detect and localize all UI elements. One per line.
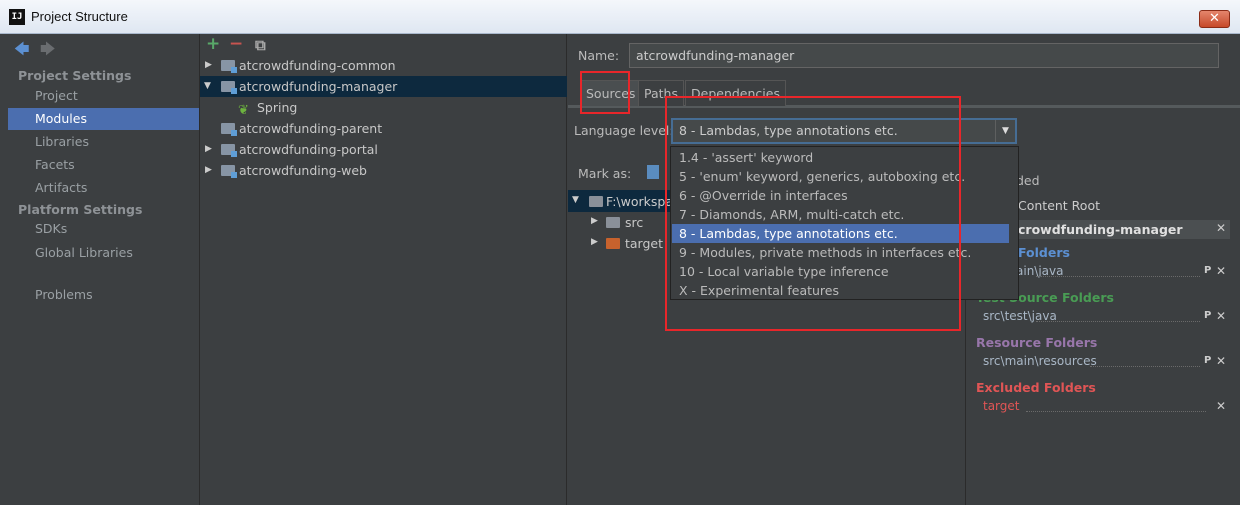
excluded-folder-path: target <box>983 399 1020 413</box>
expand-arrow-icon[interactable]: ▶ <box>205 160 212 181</box>
excluded-folders-title: Excluded Folders <box>976 380 1096 395</box>
annotation-box-language-level <box>665 96 961 331</box>
tree-item-label: atcrowdfunding-portal <box>239 142 378 157</box>
content-root-name: crowdfunding-manager <box>1018 222 1183 237</box>
expand-arrow-icon[interactable]: ▶ <box>591 216 598 226</box>
spring-leaf-icon: ❦ <box>238 103 249 118</box>
properties-icon[interactable]: P <box>1204 310 1211 321</box>
title-bar: IJ Project Structure ✕ <box>0 0 1240 34</box>
sidebar-item-problems[interactable]: Problems <box>8 284 199 306</box>
add-icon[interactable]: + <box>206 34 220 54</box>
window-close-button[interactable]: ✕ <box>1199 10 1230 28</box>
tree-item-label: atcrowdfunding-web <box>239 163 367 178</box>
back-arrow-icon[interactable]: 🡄 <box>14 39 30 64</box>
module-icon <box>221 123 237 136</box>
tree-item-portal[interactable]: ▶ atcrowdfunding-portal <box>200 139 567 160</box>
module-icon <box>221 165 237 178</box>
folder-icon <box>606 217 620 228</box>
collapse-arrow-icon[interactable]: ▼ <box>204 76 211 97</box>
tree-item-manager[interactable]: ▼ atcrowdfunding-manager <box>200 76 567 97</box>
mark-as-label: Mark as: <box>578 166 632 181</box>
expand-arrow-icon[interactable]: ▶ <box>205 139 212 160</box>
module-icon <box>221 60 237 73</box>
dotted-leader <box>1026 411 1206 412</box>
resource-folder-path: src\main\resources <box>983 354 1097 368</box>
expand-arrow-icon[interactable]: ▶ <box>205 55 212 76</box>
module-tree: + − ⧉ ▶ atcrowdfunding-common ▼ atcrowdf… <box>200 34 567 505</box>
tree-item-label: atcrowdfunding-common <box>239 58 396 73</box>
collapse-arrow-icon[interactable]: ▼ <box>572 195 579 205</box>
tree-item-label: atcrowdfunding-parent <box>239 121 383 136</box>
remove-folder-icon[interactable]: ✕ <box>1216 399 1226 413</box>
remove-icon[interactable]: − <box>229 34 243 54</box>
excluded-toggle-label[interactable]: ded <box>1016 173 1040 188</box>
sidebar-item-artifacts[interactable]: Artifacts <box>8 177 199 199</box>
module-name-input[interactable]: atcrowdfunding-manager <box>629 43 1219 68</box>
properties-icon[interactable]: P <box>1204 355 1211 366</box>
sidebar-item-sdks[interactable]: SDKs <box>8 218 199 240</box>
tree-item-common[interactable]: ▶ atcrowdfunding-common <box>200 55 567 76</box>
sources-folder-icon[interactable] <box>647 165 659 179</box>
remove-folder-icon[interactable]: ✕ <box>1216 264 1226 278</box>
dotted-leader <box>1090 366 1200 367</box>
content-root-path: F:\workspa <box>606 194 673 209</box>
project-settings-header: Project Settings <box>18 68 132 83</box>
sidebar-item-libraries[interactable]: Libraries <box>8 131 199 153</box>
chevron-down-icon[interactable]: ▼ <box>995 120 1015 142</box>
dotted-leader <box>1036 276 1200 277</box>
forward-arrow-icon[interactable]: 🡆 <box>40 39 56 64</box>
module-icon <box>221 81 237 94</box>
properties-icon[interactable]: P <box>1204 265 1211 276</box>
window-title: Project Structure <box>31 9 128 24</box>
tree-item-parent[interactable]: atcrowdfunding-parent <box>200 118 567 139</box>
intellij-app-icon: IJ <box>9 9 25 25</box>
name-label: Name: <box>578 48 620 63</box>
annotation-box-sources-tab <box>580 71 630 114</box>
remove-root-icon[interactable]: ✕ <box>1216 221 1226 235</box>
expand-arrow-icon[interactable]: ▶ <box>591 237 598 247</box>
copy-icon[interactable]: ⧉ <box>255 36 266 54</box>
remove-folder-icon[interactable]: ✕ <box>1216 309 1226 323</box>
settings-sidebar: 🡄 🡆 Project Settings Project Modules Lib… <box>0 34 200 505</box>
resource-folders-title: Resource Folders <box>976 335 1098 350</box>
tree-item-spring[interactable]: ❦ Spring <box>200 97 567 118</box>
tree-item-web[interactable]: ▶ atcrowdfunding-web <box>200 160 567 181</box>
sidebar-item-global-libraries[interactable]: Global Libraries <box>8 242 199 264</box>
folder-icon <box>589 196 603 207</box>
add-content-root-button[interactable]: Content Root <box>1018 198 1100 213</box>
remove-folder-icon[interactable]: ✕ <box>1216 354 1226 368</box>
module-icon <box>221 144 237 157</box>
dotted-leader <box>1036 321 1200 322</box>
sidebar-item-facets[interactable]: Facets <box>8 154 199 176</box>
source-folders-title: Folders <box>1018 245 1070 260</box>
sidebar-item-project[interactable]: Project <box>8 85 199 107</box>
excluded-folder-icon <box>606 238 620 249</box>
sidebar-item-modules[interactable]: Modules <box>8 108 199 130</box>
folder-target-label[interactable]: target <box>625 236 663 251</box>
language-level-label: Language level: <box>574 123 674 138</box>
platform-settings-header: Platform Settings <box>18 202 143 217</box>
tree-item-label: Spring <box>257 100 298 115</box>
folder-src-label[interactable]: src <box>625 215 643 230</box>
tree-item-label: atcrowdfunding-manager <box>239 79 398 94</box>
